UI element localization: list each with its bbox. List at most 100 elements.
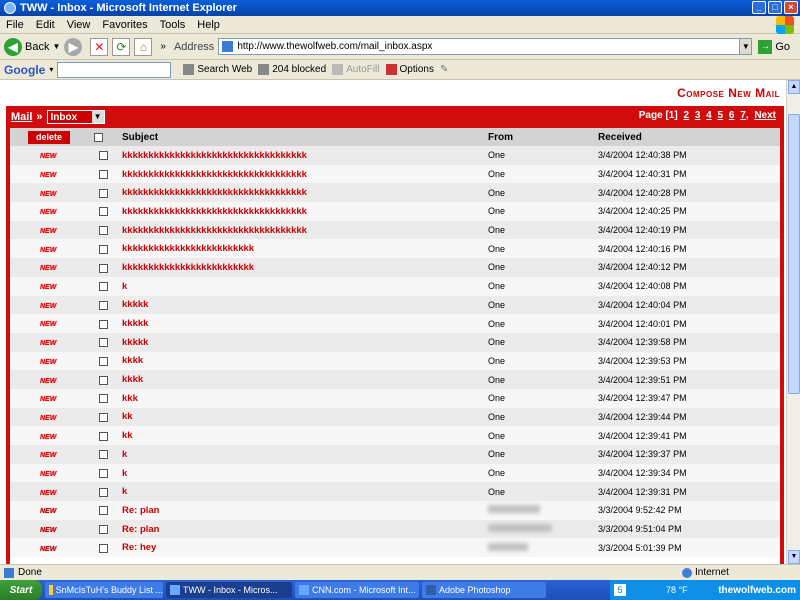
maximize-button[interactable]: □ xyxy=(768,1,782,14)
message-subject-link[interactable]: kkkkk xyxy=(122,318,148,329)
message-subject-link[interactable]: kkk xyxy=(122,393,138,404)
table-row[interactable]: NEW kk One 3/4/2004 12:39:41 PM xyxy=(10,426,780,445)
message-checkbox[interactable] xyxy=(99,525,109,535)
back-dropdown-icon[interactable]: ▼ xyxy=(52,42,60,51)
options-button[interactable]: Options xyxy=(385,64,434,75)
weather-icon[interactable]: 5 xyxy=(614,584,626,596)
message-subject-link[interactable]: Re: plan xyxy=(122,524,159,535)
message-checkbox[interactable] xyxy=(99,413,109,423)
message-checkbox[interactable] xyxy=(99,506,109,516)
table-row[interactable]: NEW k One 3/4/2004 12:39:31 PM xyxy=(10,482,780,502)
taskbar-item-buddy-list[interactable]: SnMcIsTuH's Buddy List ... xyxy=(45,582,163,598)
forward-button[interactable]: ▶ xyxy=(64,37,83,56)
table-row[interactable]: NEW kk One 3/4/2004 12:39:44 PM xyxy=(10,407,780,427)
table-row[interactable]: NEW kkkkk One 3/4/2004 12:39:58 PM xyxy=(10,332,780,352)
google-search-input[interactable] xyxy=(57,61,172,78)
start-button[interactable]: Start xyxy=(0,580,42,600)
message-checkbox[interactable] xyxy=(99,244,109,254)
vertical-scrollbar[interactable]: ▲ ▼ xyxy=(786,80,800,564)
message-checkbox[interactable] xyxy=(99,151,109,161)
google-dropdown-icon[interactable]: ▾ xyxy=(49,65,53,74)
message-checkbox[interactable] xyxy=(99,207,109,217)
table-row[interactable]: NEW k One 3/4/2004 12:39:37 PM xyxy=(10,445,780,464)
message-subject-link[interactable]: kkkkkkkkkkkkkkkkkkkkkkkkkkkkkkkkkkk xyxy=(122,225,307,236)
address-input[interactable]: http://www.thewolfweb.com/mail_inbox.asp… xyxy=(218,38,741,55)
message-checkbox[interactable] xyxy=(99,450,109,460)
message-subject-link[interactable]: kkkkkkkkkkkkkkkkkkkkkkkkkkkkkkkkkkk xyxy=(122,150,307,161)
message-subject-link[interactable]: k xyxy=(122,468,127,479)
table-row[interactable]: NEW kkkkk One 3/4/2004 12:40:01 PM xyxy=(10,314,780,333)
minimize-button[interactable]: _ xyxy=(752,1,766,14)
message-subject-link[interactable]: k xyxy=(122,486,127,497)
message-checkbox[interactable] xyxy=(99,226,109,236)
taskbar-item-photoshop[interactable]: Adobe Photoshop xyxy=(422,582,546,598)
message-checkbox[interactable] xyxy=(99,170,109,180)
folder-select[interactable]: Inbox ▼ xyxy=(46,110,105,124)
mail-link[interactable]: Mail xyxy=(11,111,32,123)
page-link-3[interactable]: 3 xyxy=(695,110,701,121)
menu-view[interactable]: View xyxy=(61,19,97,31)
menu-edit[interactable]: Edit xyxy=(30,19,61,31)
table-row[interactable]: NEW Re: plan 3/3/2004 9:52:42 PM xyxy=(10,501,780,520)
menu-file[interactable]: File xyxy=(0,19,30,31)
table-row[interactable]: NEW kkkk One 3/4/2004 12:39:53 PM xyxy=(10,351,780,371)
message-checkbox[interactable] xyxy=(99,487,109,497)
table-row[interactable]: NEW kkk One 3/4/2004 12:39:47 PM xyxy=(10,388,780,408)
table-row[interactable]: NEW kkkkkkkkkkkkkkkkkkkkkkkkk One 3/4/2004 … xyxy=(10,239,780,259)
menu-tools[interactable]: Tools xyxy=(154,19,192,31)
scroll-up-icon[interactable]: ▲ xyxy=(788,80,800,94)
refresh-button[interactable]: ⟳ xyxy=(112,37,131,56)
autofill-button[interactable]: AutoFill xyxy=(332,64,380,75)
table-row[interactable]: NEW kkkkkkkkkkkkkkkkkkkkkkkkkkkkkkkkkkk On… xyxy=(10,183,780,203)
message-subject-link[interactable]: kkkkkkkkkkkkkkkkkkkkkkkkk xyxy=(122,243,254,254)
message-subject-link[interactable]: kkkk xyxy=(122,374,143,385)
message-checkbox[interactable] xyxy=(99,356,109,366)
message-subject-link[interactable]: kkkkk xyxy=(122,337,148,348)
message-subject-link[interactable]: Re: plan xyxy=(122,505,159,516)
message-subject-link[interactable]: kkkk xyxy=(122,355,143,366)
compose-new-mail-link[interactable]: Compose New Mail xyxy=(677,86,780,100)
page-link-4[interactable]: 4 xyxy=(706,110,712,121)
table-row[interactable]: NEW kkkkkkkkkkkkkkkkkkkkkkkkkkkkkkkkkkk On… xyxy=(10,202,780,221)
message-subject-link[interactable]: kkkkkkkkkkkkkkkkkkkkkkkkkkkkkkkkkkk xyxy=(122,187,307,198)
message-checkbox[interactable] xyxy=(99,338,109,348)
message-checkbox[interactable] xyxy=(99,375,109,385)
message-checkbox[interactable] xyxy=(99,282,109,292)
message-checkbox[interactable] xyxy=(99,543,109,553)
highlight-pen-icon[interactable]: ✎ xyxy=(440,64,448,75)
popup-blocked-button[interactable]: 204 blocked xyxy=(258,64,326,75)
table-row[interactable]: NEW kkkkkkkkkkkkkkkkkkkkkkkkkkkkkkkkkkk On… xyxy=(10,220,780,240)
table-row[interactable]: NEW kkkkkkkkkkkkkkkkkkkkkkkkk One 3/4/2004 … xyxy=(10,258,780,277)
page-link-5[interactable]: 5 xyxy=(718,110,724,121)
scroll-down-icon[interactable]: ▼ xyxy=(788,550,800,564)
message-checkbox[interactable] xyxy=(99,431,109,441)
window-title-bar[interactable]: TWW - Inbox - Microsoft Internet Explore… xyxy=(0,0,800,16)
page-link-2[interactable]: 2 xyxy=(683,110,689,121)
table-row[interactable]: NEW kkkkkkkkkkkkkkkkkkkkkkkkkkkkkkkkkkk On… xyxy=(10,164,780,184)
address-dropdown-icon[interactable]: ▼ xyxy=(740,38,753,55)
message-subject-link[interactable]: kkkkkkkkkkkkkkkkkkkkkkkkk xyxy=(122,262,254,273)
taskbar-item-cnn[interactable]: CNN.com - Microsoft Int... xyxy=(295,582,419,598)
close-button[interactable]: × xyxy=(784,1,798,14)
message-checkbox[interactable] xyxy=(99,319,109,329)
table-row[interactable]: NEW k One 3/4/2004 12:39:34 PM xyxy=(10,463,780,483)
message-checkbox[interactable] xyxy=(99,300,109,310)
message-checkbox[interactable] xyxy=(99,469,109,479)
menu-favorites[interactable]: Favorites xyxy=(96,19,153,31)
message-checkbox[interactable] xyxy=(99,188,109,198)
taskbar-item-tww-inbox[interactable]: TWW - Inbox - Micros... xyxy=(166,582,292,598)
message-subject-link[interactable]: kkkkkkkkkkkkkkkkkkkkkkkkkkkkkkkkkkk xyxy=(122,206,307,217)
go-button[interactable]: → Go xyxy=(758,39,790,54)
search-web-button[interactable]: Search Web xyxy=(183,64,252,75)
stop-button[interactable]: ✕ xyxy=(90,37,109,56)
message-subject-link[interactable]: kkkkk xyxy=(122,299,148,310)
toolbar-overflow-icon[interactable]: » xyxy=(160,41,166,52)
message-subject-link[interactable]: k xyxy=(122,281,127,292)
delete-button[interactable]: delete xyxy=(28,130,70,144)
back-button[interactable]: ◀ Back ▼ xyxy=(4,37,60,56)
message-subject-link[interactable]: kk xyxy=(122,411,133,422)
message-subject-link[interactable]: Re: hey xyxy=(122,542,156,553)
message-checkbox[interactable] xyxy=(99,394,109,404)
message-subject-link[interactable]: kkkkkkkkkkkkkkkkkkkkkkkkkkkkkkkkkkk xyxy=(122,169,307,180)
next-page-link[interactable]: Next xyxy=(754,110,776,121)
